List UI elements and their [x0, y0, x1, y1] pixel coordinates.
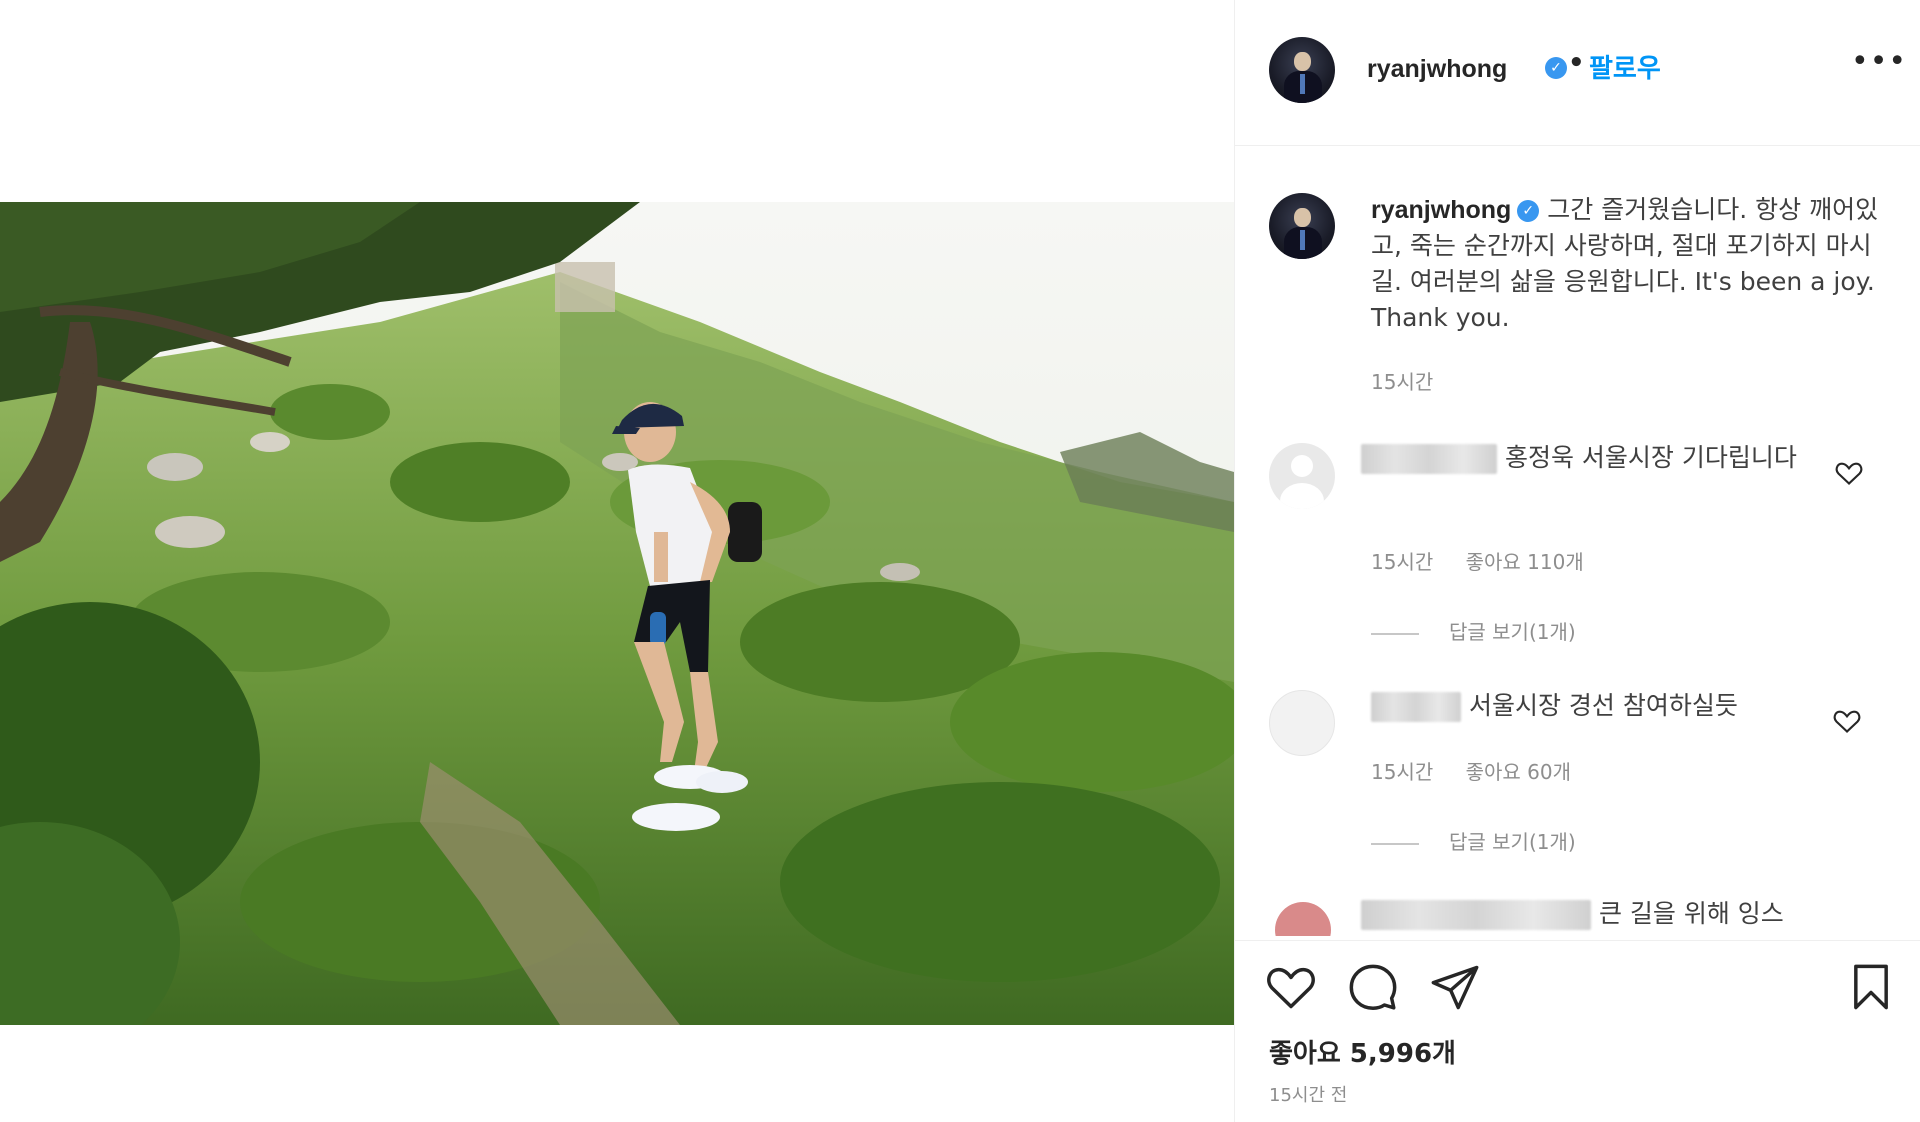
comment-2-like-heart-icon[interactable]	[1833, 708, 1861, 734]
comment-3-text: 큰 길을 위해 잉스	[1598, 899, 1784, 928]
author-username[interactable]: ryanjwhong	[1367, 55, 1507, 84]
comment-1-text: 홍정욱 서울시장 기다립니다	[1504, 443, 1797, 472]
post-media-area	[0, 0, 1234, 1122]
commenter-username-2-blurred[interactable]	[1371, 692, 1461, 722]
post-side-panel: ryanjwhong ✓ • 팔로우 ••• ryanjwhong ✓ 그간 즐거웠…	[1234, 0, 1920, 1122]
comment-3-partial: 큰 길을 위해 잉스	[1235, 896, 1920, 936]
author-avatar[interactable]	[1269, 37, 1335, 103]
post-timestamp[interactable]: 15시간 전	[1269, 1081, 1347, 1107]
follow-button[interactable]: 팔로우	[1589, 48, 1661, 85]
reply-dash	[1371, 632, 1419, 635]
share-icon[interactable]	[1429, 961, 1481, 1013]
comment-2-likes[interactable]: 좋아요 60개	[1466, 760, 1571, 784]
bookmark-icon[interactable]	[1845, 961, 1897, 1013]
likes-count[interactable]: 좋아요 5,996개	[1269, 1033, 1456, 1070]
comment-1-time[interactable]: 15시간	[1371, 550, 1433, 574]
commenter-avatar-3[interactable]	[1275, 902, 1331, 936]
caption-timestamp[interactable]: 15시간	[1371, 366, 1433, 395]
reply-dash	[1371, 842, 1419, 845]
post-header: ryanjwhong ✓ • 팔로우 •••	[1235, 0, 1920, 146]
post-actions-bar: 좋아요 5,996개 15시간 전	[1235, 940, 1920, 1122]
comment-1: 홍정욱 서울시장 기다립니다	[1361, 440, 1841, 476]
comment-1-replies-label: 답글 보기(1개)	[1449, 620, 1576, 644]
comment-2: 서울시장 경선 참여하실듯	[1371, 688, 1851, 724]
comment-1-like-heart-icon[interactable]	[1835, 460, 1863, 486]
post-photo[interactable]	[0, 202, 1234, 1025]
commenter-username-3-blurred[interactable]	[1361, 900, 1591, 930]
commenter-avatar-1[interactable]	[1269, 443, 1335, 509]
more-options-icon[interactable]: •••	[1851, 47, 1907, 77]
comment-1-view-replies[interactable]: 답글 보기(1개)	[1371, 616, 1576, 645]
hiking-photo-illustration	[0, 202, 1234, 1025]
caption-username[interactable]: ryanjwhong	[1371, 196, 1511, 224]
separator-dot: •	[1568, 48, 1585, 78]
commenter-username-1-blurred[interactable]	[1361, 444, 1497, 474]
commenter-avatar-2[interactable]	[1269, 690, 1335, 756]
heart-icon[interactable]	[1265, 961, 1317, 1013]
comment-2-meta: 15시간 좋아요 60개	[1371, 756, 1597, 785]
comment-1-likes[interactable]: 좋아요 110개	[1466, 550, 1584, 574]
verified-badge-icon: ✓	[1545, 57, 1567, 79]
caption-verified-badge-icon: ✓	[1517, 200, 1540, 222]
caption-author-avatar[interactable]	[1269, 193, 1335, 259]
comment-icon[interactable]	[1347, 961, 1399, 1013]
comment-2-view-replies[interactable]: 답글 보기(1개)	[1371, 826, 1576, 855]
comment-2-text: 서울시장 경선 참여하실듯	[1468, 691, 1738, 720]
post-caption: ryanjwhong ✓ 그간 즐거웠습니다. 항상 깨어있고, 죽는 순간까지 사…	[1371, 192, 1891, 336]
comment-1-meta: 15시간 좋아요 110개	[1371, 546, 1610, 575]
comment-2-time[interactable]: 15시간	[1371, 760, 1433, 784]
comment-2-replies-label: 답글 보기(1개)	[1449, 830, 1576, 854]
